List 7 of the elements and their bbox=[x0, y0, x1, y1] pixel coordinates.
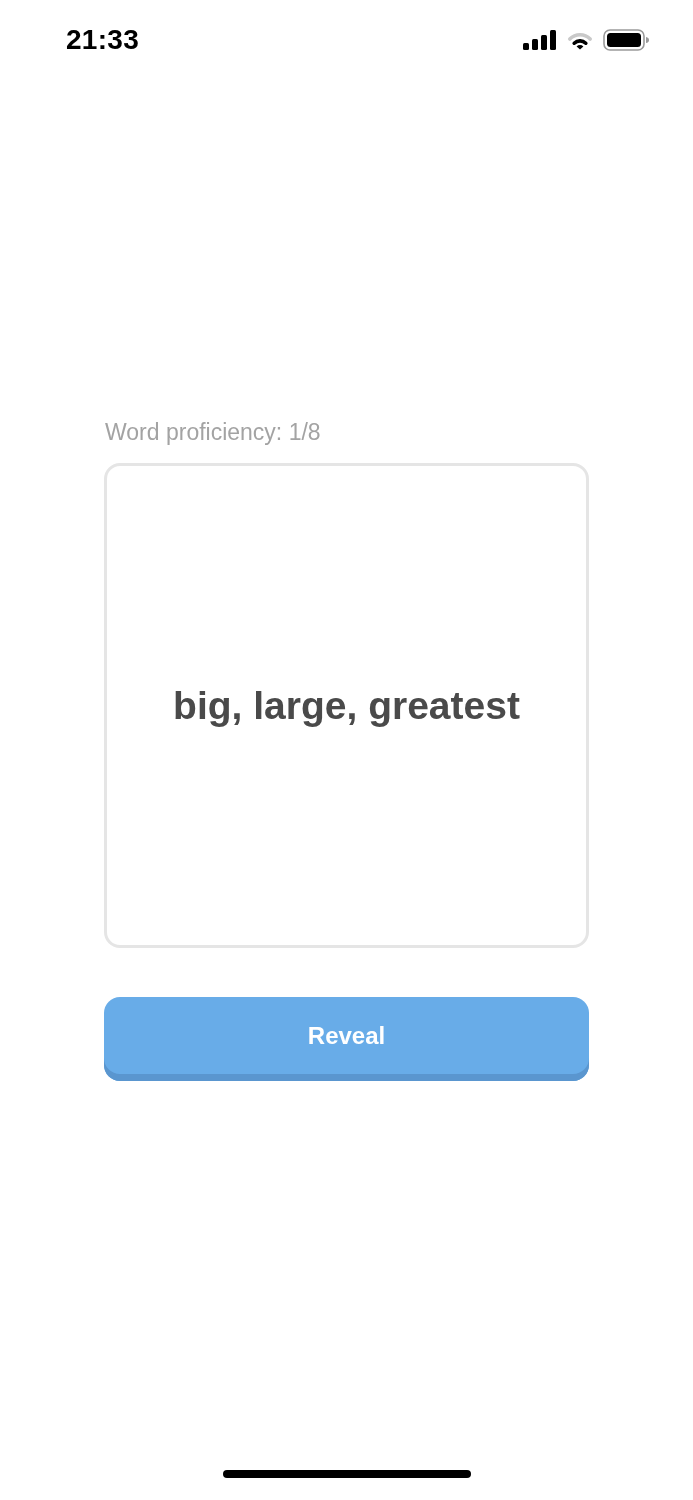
reveal-button[interactable]: Reveal bbox=[104, 997, 589, 1081]
flashcard-text: big, large, greatest bbox=[172, 682, 521, 729]
proficiency-label: Word proficiency: 1/8 bbox=[104, 419, 321, 445]
battery-icon bbox=[603, 29, 649, 51]
signal-icon bbox=[523, 30, 557, 50]
wifi-icon bbox=[567, 30, 593, 50]
status-time: 21:33 bbox=[66, 24, 140, 56]
